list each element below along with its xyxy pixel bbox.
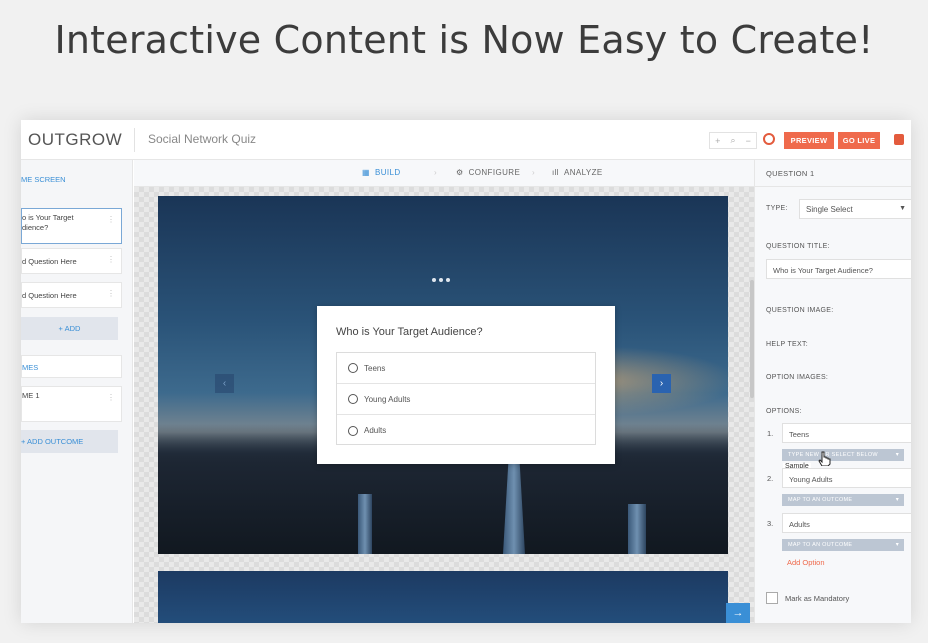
caret-down-icon: ▼ <box>899 205 906 212</box>
outcome-map-select[interactable]: TYPE NEW OR SELECT BELOW ▾ <box>782 449 904 461</box>
preview-canvas: ‹ › Who is Your Target Audience? Teens Y… <box>134 187 754 623</box>
more-icon[interactable]: ⋮ <box>107 215 115 225</box>
mandatory-label: Mark as Mandatory <box>785 594 850 603</box>
tab-build[interactable]: ▦ BUILD <box>362 168 401 177</box>
sidebar-outcome-1[interactable]: ME 1 ⋮ <box>21 386 122 422</box>
tab-label: ANALYZE <box>563 168 603 177</box>
outcome-map-select[interactable]: MAP TO AN OUTCOME ▾ <box>782 539 904 551</box>
prev-arrow-icon[interactable]: ‹ <box>215 374 234 393</box>
tab-label: CONFIGURE <box>468 168 521 177</box>
caret-down-icon: ▾ <box>895 497 899 503</box>
sidebar-question-2[interactable]: d Question Here ⋮ <box>21 248 122 274</box>
outcomes-link[interactable]: MES <box>21 355 122 378</box>
outcome-map-select[interactable]: MAP TO AN OUTCOME ▾ <box>782 494 904 506</box>
quiz-option[interactable]: Young Adults <box>337 384 595 415</box>
options-label: OPTIONS: <box>766 408 802 415</box>
add-question-button[interactable]: + ADD <box>21 317 118 340</box>
search-icon[interactable]: ⌕ <box>730 135 735 146</box>
project-title[interactable]: Social Network Quiz <box>148 132 256 146</box>
option-label: Young Adults <box>364 394 411 404</box>
app-window: OUTGROW Social Network Quiz + ⌕ − PREVIE… <box>21 120 911 623</box>
preview-button[interactable]: PREVIEW <box>784 132 834 149</box>
map-label: MAP TO AN OUTCOME <box>788 497 853 503</box>
tab-analyze[interactable]: ıll ANALYZE <box>552 168 603 177</box>
option-input[interactable]: Teens <box>782 423 911 443</box>
building <box>628 504 646 554</box>
go-live-button[interactable]: GO LIVE <box>838 132 880 149</box>
question-title-label: QUESTION TITLE: <box>766 243 830 250</box>
zoom-out-button[interactable]: − <box>746 136 751 146</box>
panel-header: QUESTION 1 <box>755 160 911 187</box>
zoom-in-button[interactable]: + <box>715 136 720 146</box>
add-outcome-button[interactable]: + ADD OUTCOME <box>21 430 118 453</box>
pagination-dots[interactable] <box>432 278 450 282</box>
quiz-question: Who is Your Target Audience? <box>336 326 483 338</box>
radio-icon <box>348 394 358 404</box>
quiz-option[interactable]: Adults <box>337 415 595 446</box>
hand-cursor-icon <box>818 451 831 466</box>
tab-configure[interactable]: ⚙ CONFIGURE <box>456 168 520 177</box>
option-input[interactable]: Adults <box>782 513 911 533</box>
caret-down-icon: ▾ <box>895 452 899 458</box>
option-number: 2. <box>767 474 774 483</box>
mandatory-checkbox[interactable] <box>766 592 778 604</box>
grid-icon: ▦ <box>362 168 370 177</box>
question-settings-panel: QUESTION 1 TYPE: Single Select ▼ QUESTIO… <box>754 160 911 623</box>
user-icon[interactable] <box>894 134 904 145</box>
question-title-input[interactable]: Who is Your Target Audience? <box>766 259 911 279</box>
type-select[interactable]: Single Select ▼ <box>799 199 911 219</box>
building <box>358 494 372 554</box>
option-number: 1. <box>767 429 774 438</box>
gear-icon: ⚙ <box>456 168 464 177</box>
tab-separator: › <box>434 168 437 177</box>
builder-tabs: ▦ BUILD › ⚙ CONFIGURE › ıll ANALYZE <box>134 160 754 187</box>
quiz-card: Who is Your Target Audience? Teens Young… <box>317 306 615 464</box>
divider <box>134 128 135 152</box>
option-input[interactable]: Young Adults <box>782 468 911 488</box>
top-bar: OUTGROW Social Network Quiz + ⌕ − PREVIE… <box>21 120 911 160</box>
map-label: TYPE NEW OR SELECT BELOW <box>788 452 878 458</box>
add-option-link[interactable]: Add Option <box>787 558 825 567</box>
bar-chart-icon: ıll <box>552 168 559 177</box>
zoom-control: + ⌕ − <box>709 132 757 149</box>
page-headline: Interactive Content is Now Easy to Creat… <box>54 18 874 62</box>
next-screen-arrow-icon[interactable]: → <box>726 603 750 623</box>
left-sidebar: ME SCREEN o is Your Target dience? ⋮ d Q… <box>21 160 133 623</box>
refresh-icon[interactable] <box>763 133 775 145</box>
next-arrow-icon[interactable]: › <box>652 374 671 393</box>
type-value: Single Select <box>806 205 853 214</box>
sidebar-question-3[interactable]: d Question Here ⋮ <box>21 282 122 308</box>
help-text-label: HELP TEXT: <box>766 341 809 348</box>
tab-separator: › <box>532 168 535 177</box>
option-images-label: OPTION IMAGES: <box>766 374 829 381</box>
welcome-screen-link[interactable]: ME SCREEN <box>21 175 66 184</box>
radio-icon <box>348 363 358 373</box>
more-icon[interactable]: ⋮ <box>107 255 115 265</box>
option-label: Adults <box>364 426 387 435</box>
background-image: ‹ › Who is Your Target Audience? Teens Y… <box>158 196 728 554</box>
options-list: Teens Young Adults Adults <box>336 352 596 445</box>
option-label: Teens <box>364 363 386 373</box>
more-icon[interactable]: ⋮ <box>107 393 115 403</box>
logo: OUTGROW <box>28 130 123 149</box>
radio-icon <box>348 425 358 436</box>
map-label: MAP TO AN OUTCOME <box>788 542 853 548</box>
next-screen-preview <box>158 571 728 623</box>
type-label: TYPE: <box>766 205 788 212</box>
option-number: 3. <box>767 519 774 528</box>
sidebar-question-1[interactable]: o is Your Target dience? ⋮ <box>21 208 122 244</box>
more-icon[interactable]: ⋮ <box>107 289 115 299</box>
caret-down-icon: ▾ <box>895 542 899 548</box>
tab-label: BUILD <box>374 168 401 177</box>
question-image-label: QUESTION IMAGE: <box>766 307 834 314</box>
quiz-option[interactable]: Teens <box>337 353 595 384</box>
